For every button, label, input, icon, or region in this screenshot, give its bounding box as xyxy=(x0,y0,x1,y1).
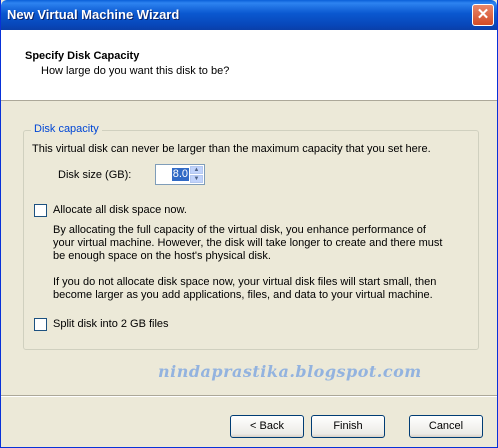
window-title: New Virtual Machine Wizard xyxy=(7,7,180,22)
allocate-info-line: become larger as you add applications, f… xyxy=(53,289,433,301)
allocate-info-line: be enough space on the host's physical d… xyxy=(53,250,271,262)
capacity-description: This virtual disk can never be larger th… xyxy=(32,143,431,155)
allocate-info-line: your virtual machine. However, the disk … xyxy=(53,237,443,249)
close-icon: ✕ xyxy=(476,6,490,23)
header-panel: Specify Disk Capacity How large do you w… xyxy=(1,30,497,101)
allocate-checkbox[interactable] xyxy=(34,204,47,217)
watermark-text: nindaprastika.blogspot.com xyxy=(158,362,422,381)
disk-size-spinner[interactable]: 8.0 ▲ ▼ xyxy=(155,164,205,185)
allocate-label[interactable]: Allocate all disk space now. xyxy=(53,204,187,216)
disk-capacity-group-label: Disk capacity xyxy=(31,123,102,135)
allocate-info-line: By allocating the full capacity of the v… xyxy=(53,224,426,236)
split-checkbox[interactable] xyxy=(34,318,47,331)
disk-size-value[interactable]: 8.0 xyxy=(171,168,189,181)
down-arrow-icon[interactable]: ▼ xyxy=(190,175,203,183)
back-button[interactable]: < Back xyxy=(230,415,304,438)
footer-divider xyxy=(1,395,497,397)
cancel-button[interactable]: Cancel xyxy=(409,415,483,438)
finish-button[interactable]: Finish xyxy=(311,415,385,438)
title-bar[interactable]: New Virtual Machine Wizard ✕ xyxy=(1,0,497,30)
close-button[interactable]: ✕ xyxy=(472,4,494,26)
wizard-window: New Virtual Machine Wizard ✕ Specify Dis… xyxy=(0,0,498,448)
page-subtitle: How large do you want this disk to be? xyxy=(41,65,230,77)
allocate-info-line: If you do not allocate disk space now, y… xyxy=(53,276,437,288)
split-label[interactable]: Split disk into 2 GB files xyxy=(53,318,169,330)
page-title: Specify Disk Capacity xyxy=(25,50,140,62)
disk-size-label: Disk size (GB): xyxy=(58,169,132,181)
up-arrow-icon[interactable]: ▲ xyxy=(190,166,203,174)
